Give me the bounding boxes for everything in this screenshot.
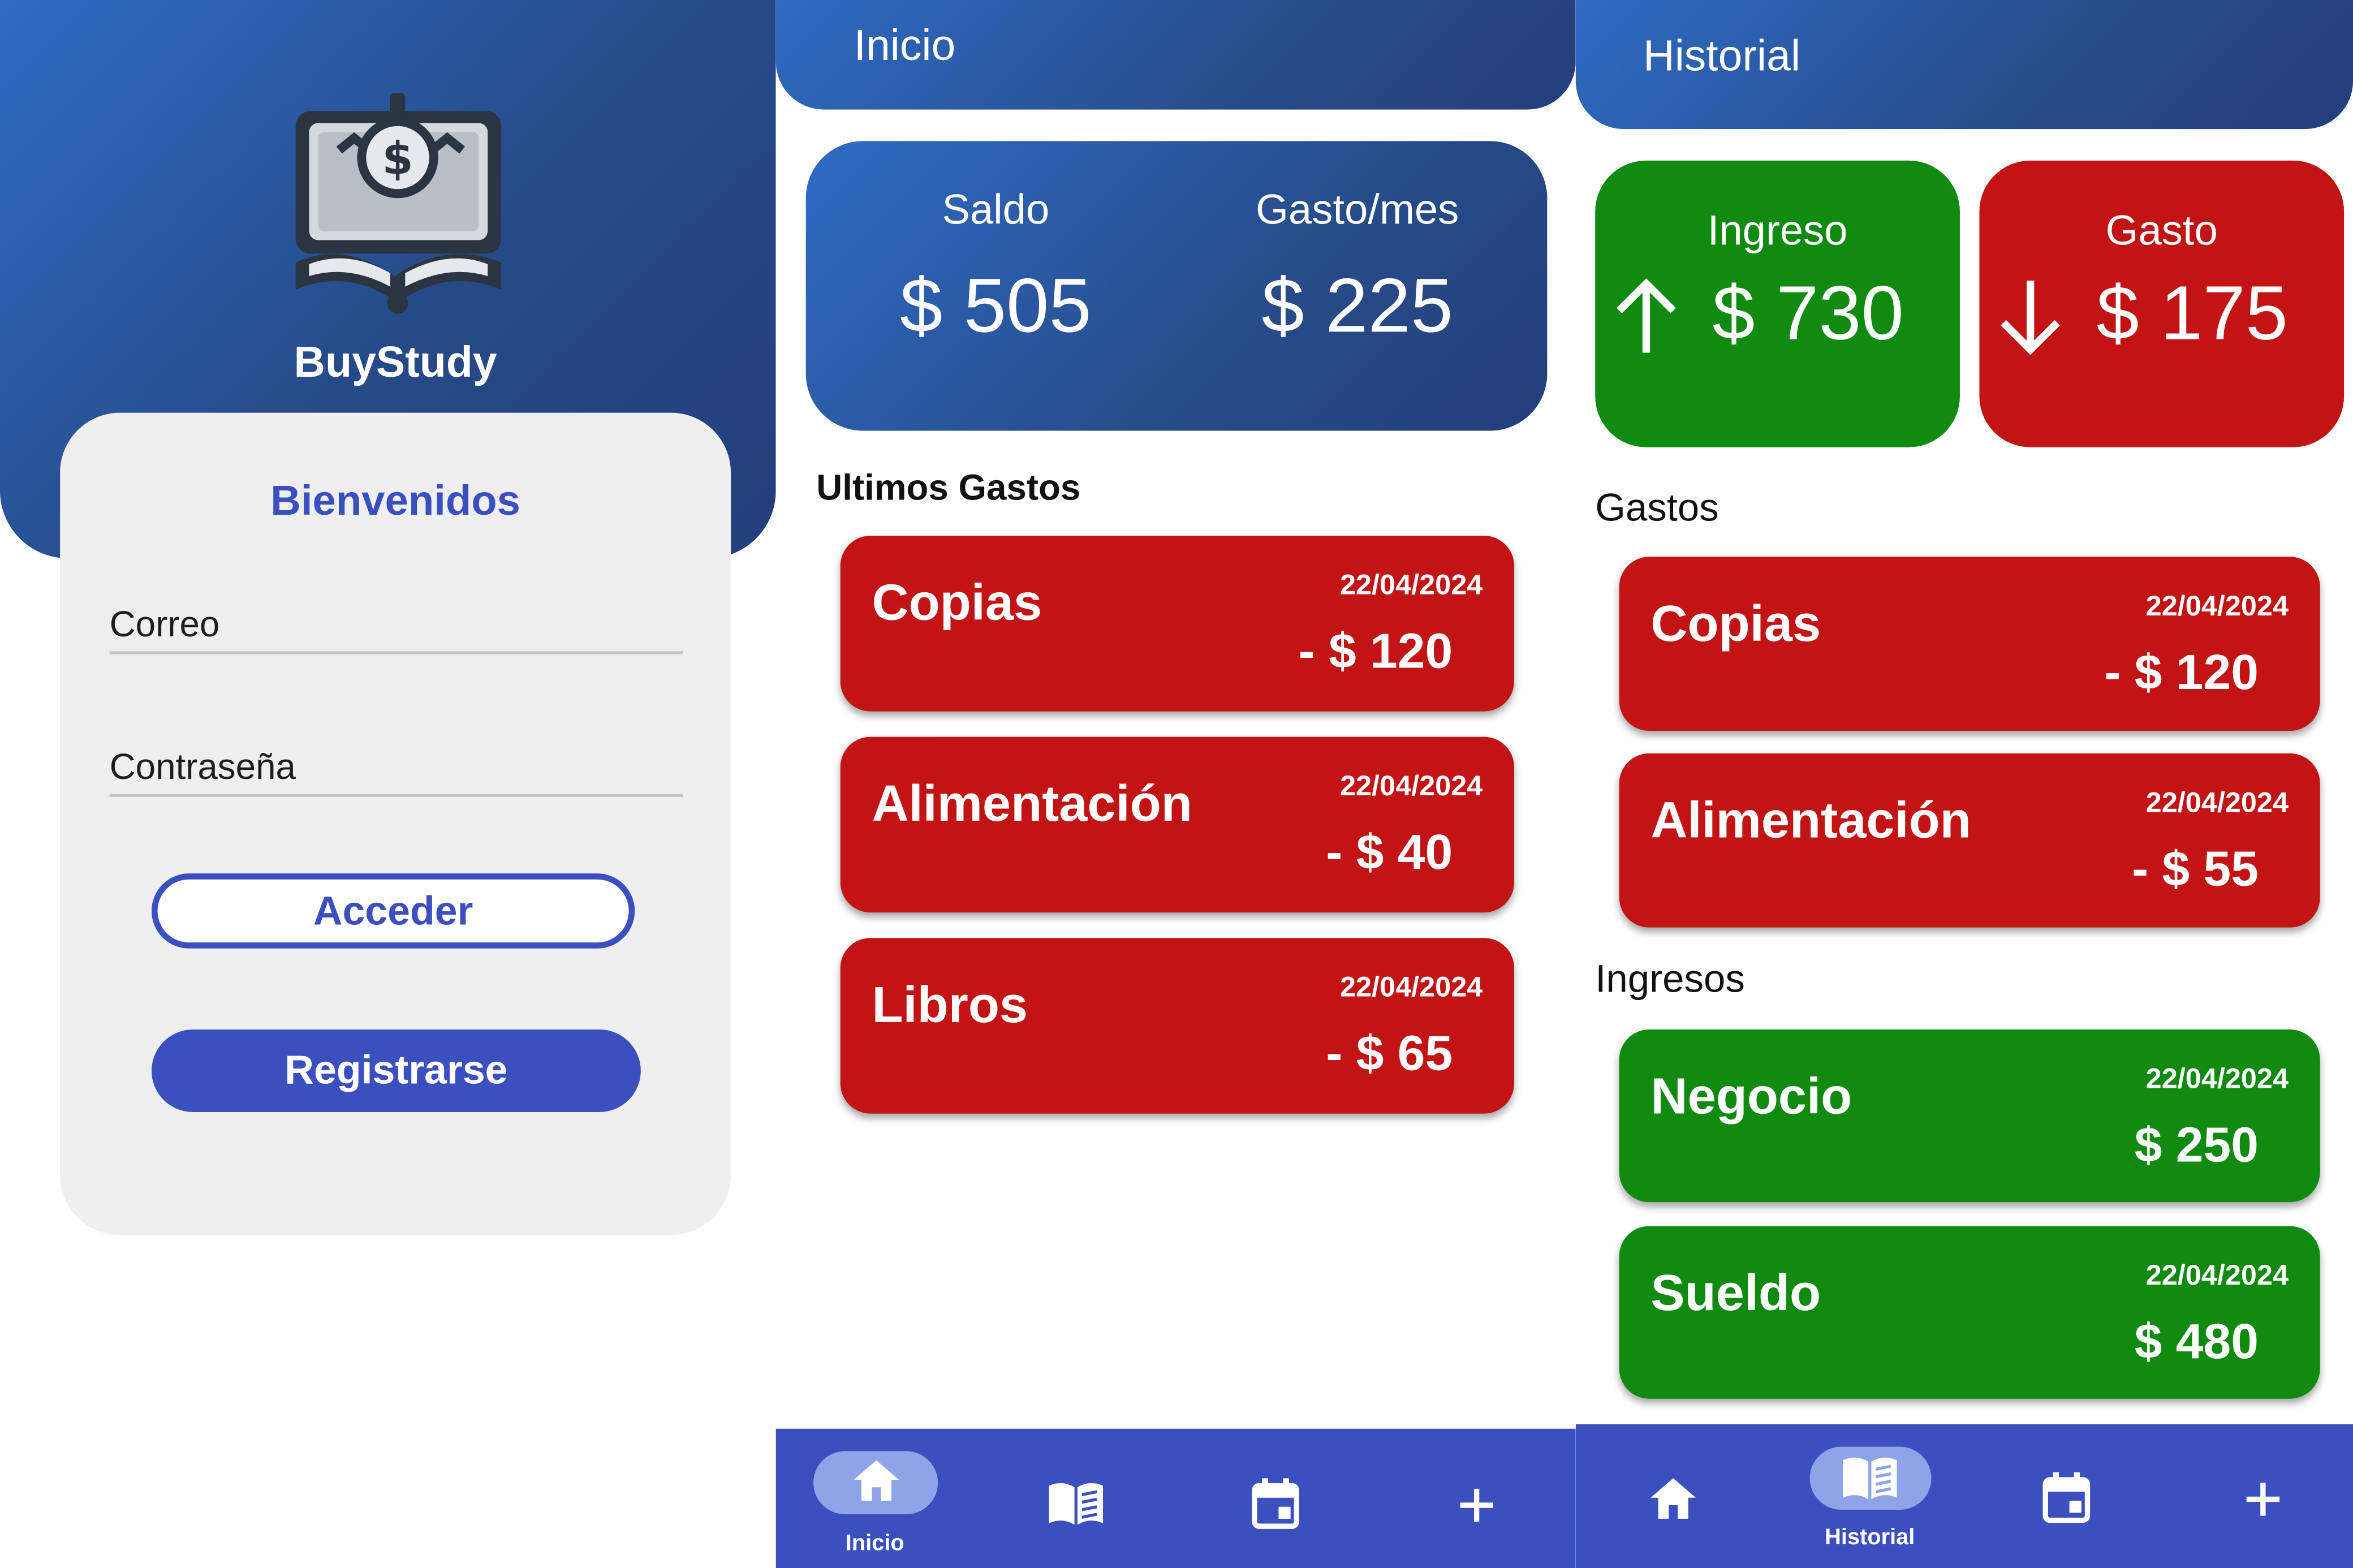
nav-item-history[interactable] bbox=[1001, 1429, 1151, 1568]
income-amount: $ 250 bbox=[2134, 1116, 2259, 1173]
expense-amount: - $ 55 bbox=[2132, 840, 2259, 896]
nav-item-history[interactable]: Historial bbox=[1795, 1424, 1945, 1568]
app-name: BuyStudy bbox=[294, 339, 497, 387]
login-screen: $ BuyStudy Bienvenidos Acceder Registrar… bbox=[0, 0, 776, 1568]
arrow-up-icon bbox=[1617, 278, 1676, 353]
expense-card[interactable]: Copias 22/04/2024 - $ 120 bbox=[1619, 557, 2320, 731]
page-title: Inicio bbox=[854, 22, 956, 71]
register-button[interactable]: Registrarse bbox=[151, 1029, 641, 1112]
incomes-section-title: Ingresos bbox=[1595, 956, 1745, 1001]
bottom-nav: Historial bbox=[1575, 1424, 2353, 1568]
nav-item-calendar[interactable] bbox=[1200, 1429, 1350, 1568]
income-name: Sueldo bbox=[1650, 1265, 1821, 1323]
recent-expenses-title: Ultimos Gastos bbox=[816, 468, 1081, 509]
nav-item-calendar[interactable] bbox=[1992, 1424, 2141, 1568]
password-field-wrapper bbox=[109, 743, 683, 797]
history-top-bar: Historial bbox=[1575, 0, 2353, 130]
nav-item-home[interactable] bbox=[1598, 1424, 1748, 1568]
home-icon bbox=[1650, 1478, 1696, 1519]
email-field-wrapper bbox=[109, 600, 683, 654]
arrow-down-icon bbox=[2001, 281, 2061, 355]
login-button[interactable]: Acceder bbox=[151, 873, 635, 949]
plus-icon bbox=[2246, 1483, 2280, 1516]
nav-label-history: Historial bbox=[1825, 1524, 1915, 1550]
calendar-icon bbox=[1252, 1478, 1299, 1529]
svg-text:$: $ bbox=[382, 132, 413, 185]
expense-name: Alimentación bbox=[872, 776, 1192, 833]
income-card[interactable]: Negocio 22/04/2024 $ 250 bbox=[1619, 1029, 2320, 1203]
welcome-title: Bienvenidos bbox=[270, 477, 520, 524]
plus-icon bbox=[1460, 1488, 1493, 1522]
nav-label-home: Inicio bbox=[845, 1531, 904, 1557]
expense-name: Alimentación bbox=[1650, 792, 1971, 850]
book-money-icon: $ bbox=[282, 90, 515, 315]
income-name: Negocio bbox=[1650, 1069, 1852, 1126]
balance-summary-card: Saldo $ 505 Gasto/mes $ 225 bbox=[805, 141, 1548, 431]
expense-card[interactable]: Libros 22/04/2024 - $ 65 bbox=[840, 938, 1514, 1114]
nav-item-add[interactable] bbox=[2188, 1424, 2338, 1568]
expense-amount: - $ 65 bbox=[1326, 1025, 1453, 1081]
login-card: Bienvenidos Acceder Registrarse bbox=[60, 412, 731, 1235]
page-title: Historial bbox=[1643, 33, 1801, 81]
expense-card[interactable]: Copias 22/04/2024 - $ 120 bbox=[840, 536, 1514, 712]
expense-card[interactable]: Alimentación 22/04/2024 - $ 55 bbox=[1619, 753, 2320, 928]
expense-date: 22/04/2024 bbox=[2145, 591, 2289, 623]
income-card[interactable]: Sueldo 22/04/2024 $ 480 bbox=[1619, 1226, 2320, 1399]
bottom-nav: Inicio bbox=[775, 1428, 1576, 1568]
expense-name: Copias bbox=[872, 575, 1042, 632]
monthly-expense-label: Gasto/mes bbox=[1256, 186, 1459, 233]
history-screen: Historial Ingreso $ 730 Gasto $ 175 Gast… bbox=[1575, 0, 2353, 1568]
home-icon bbox=[854, 1460, 899, 1501]
expense-summary-card: Gasto $ 175 bbox=[1979, 160, 2345, 447]
income-date: 22/04/2024 bbox=[2145, 1260, 2289, 1293]
expense-date: 22/04/2024 bbox=[1339, 570, 1483, 602]
balance-value: $ 505 bbox=[900, 262, 1092, 348]
home-screen: Inicio Saldo $ 505 Gasto/mes $ 225 Ultim… bbox=[775, 0, 1576, 1568]
home-top-bar: Inicio bbox=[775, 0, 1576, 110]
monthly-expense-value: $ 225 bbox=[1261, 262, 1454, 348]
expense-name: Libros bbox=[872, 977, 1028, 1034]
expenses-section-title: Gastos bbox=[1595, 484, 1719, 530]
income-date: 22/04/2024 bbox=[2145, 1064, 2289, 1096]
nav-item-add[interactable] bbox=[1400, 1429, 1550, 1568]
income-value: $ 730 bbox=[1712, 270, 1904, 356]
nav-item-home[interactable]: Inicio bbox=[800, 1429, 950, 1568]
expense-amount: - $ 120 bbox=[2104, 644, 2259, 700]
expense-value: $ 175 bbox=[2096, 270, 2288, 356]
book-icon bbox=[1843, 1457, 1897, 1500]
income-amount: $ 480 bbox=[2134, 1313, 2259, 1369]
income-summary-card: Ingreso $ 730 bbox=[1595, 160, 1960, 447]
income-label: Ingreso bbox=[1707, 207, 1848, 254]
calendar-icon bbox=[2042, 1472, 2091, 1523]
book-icon bbox=[1049, 1483, 1104, 1525]
password-field[interactable] bbox=[109, 743, 683, 794]
expense-amount: - $ 40 bbox=[1326, 824, 1453, 880]
email-field[interactable] bbox=[109, 600, 683, 652]
expense-date: 22/04/2024 bbox=[1339, 771, 1483, 803]
expense-card[interactable]: Alimentación 22/04/2024 - $ 40 bbox=[840, 736, 1514, 913]
expense-date: 22/04/2024 bbox=[1339, 972, 1483, 1004]
expense-amount: - $ 120 bbox=[1298, 623, 1453, 679]
expense-label: Gasto bbox=[2105, 207, 2218, 254]
expense-date: 22/04/2024 bbox=[2145, 787, 2289, 820]
balance-label: Saldo bbox=[942, 186, 1050, 233]
expense-name: Copias bbox=[1650, 596, 1821, 653]
